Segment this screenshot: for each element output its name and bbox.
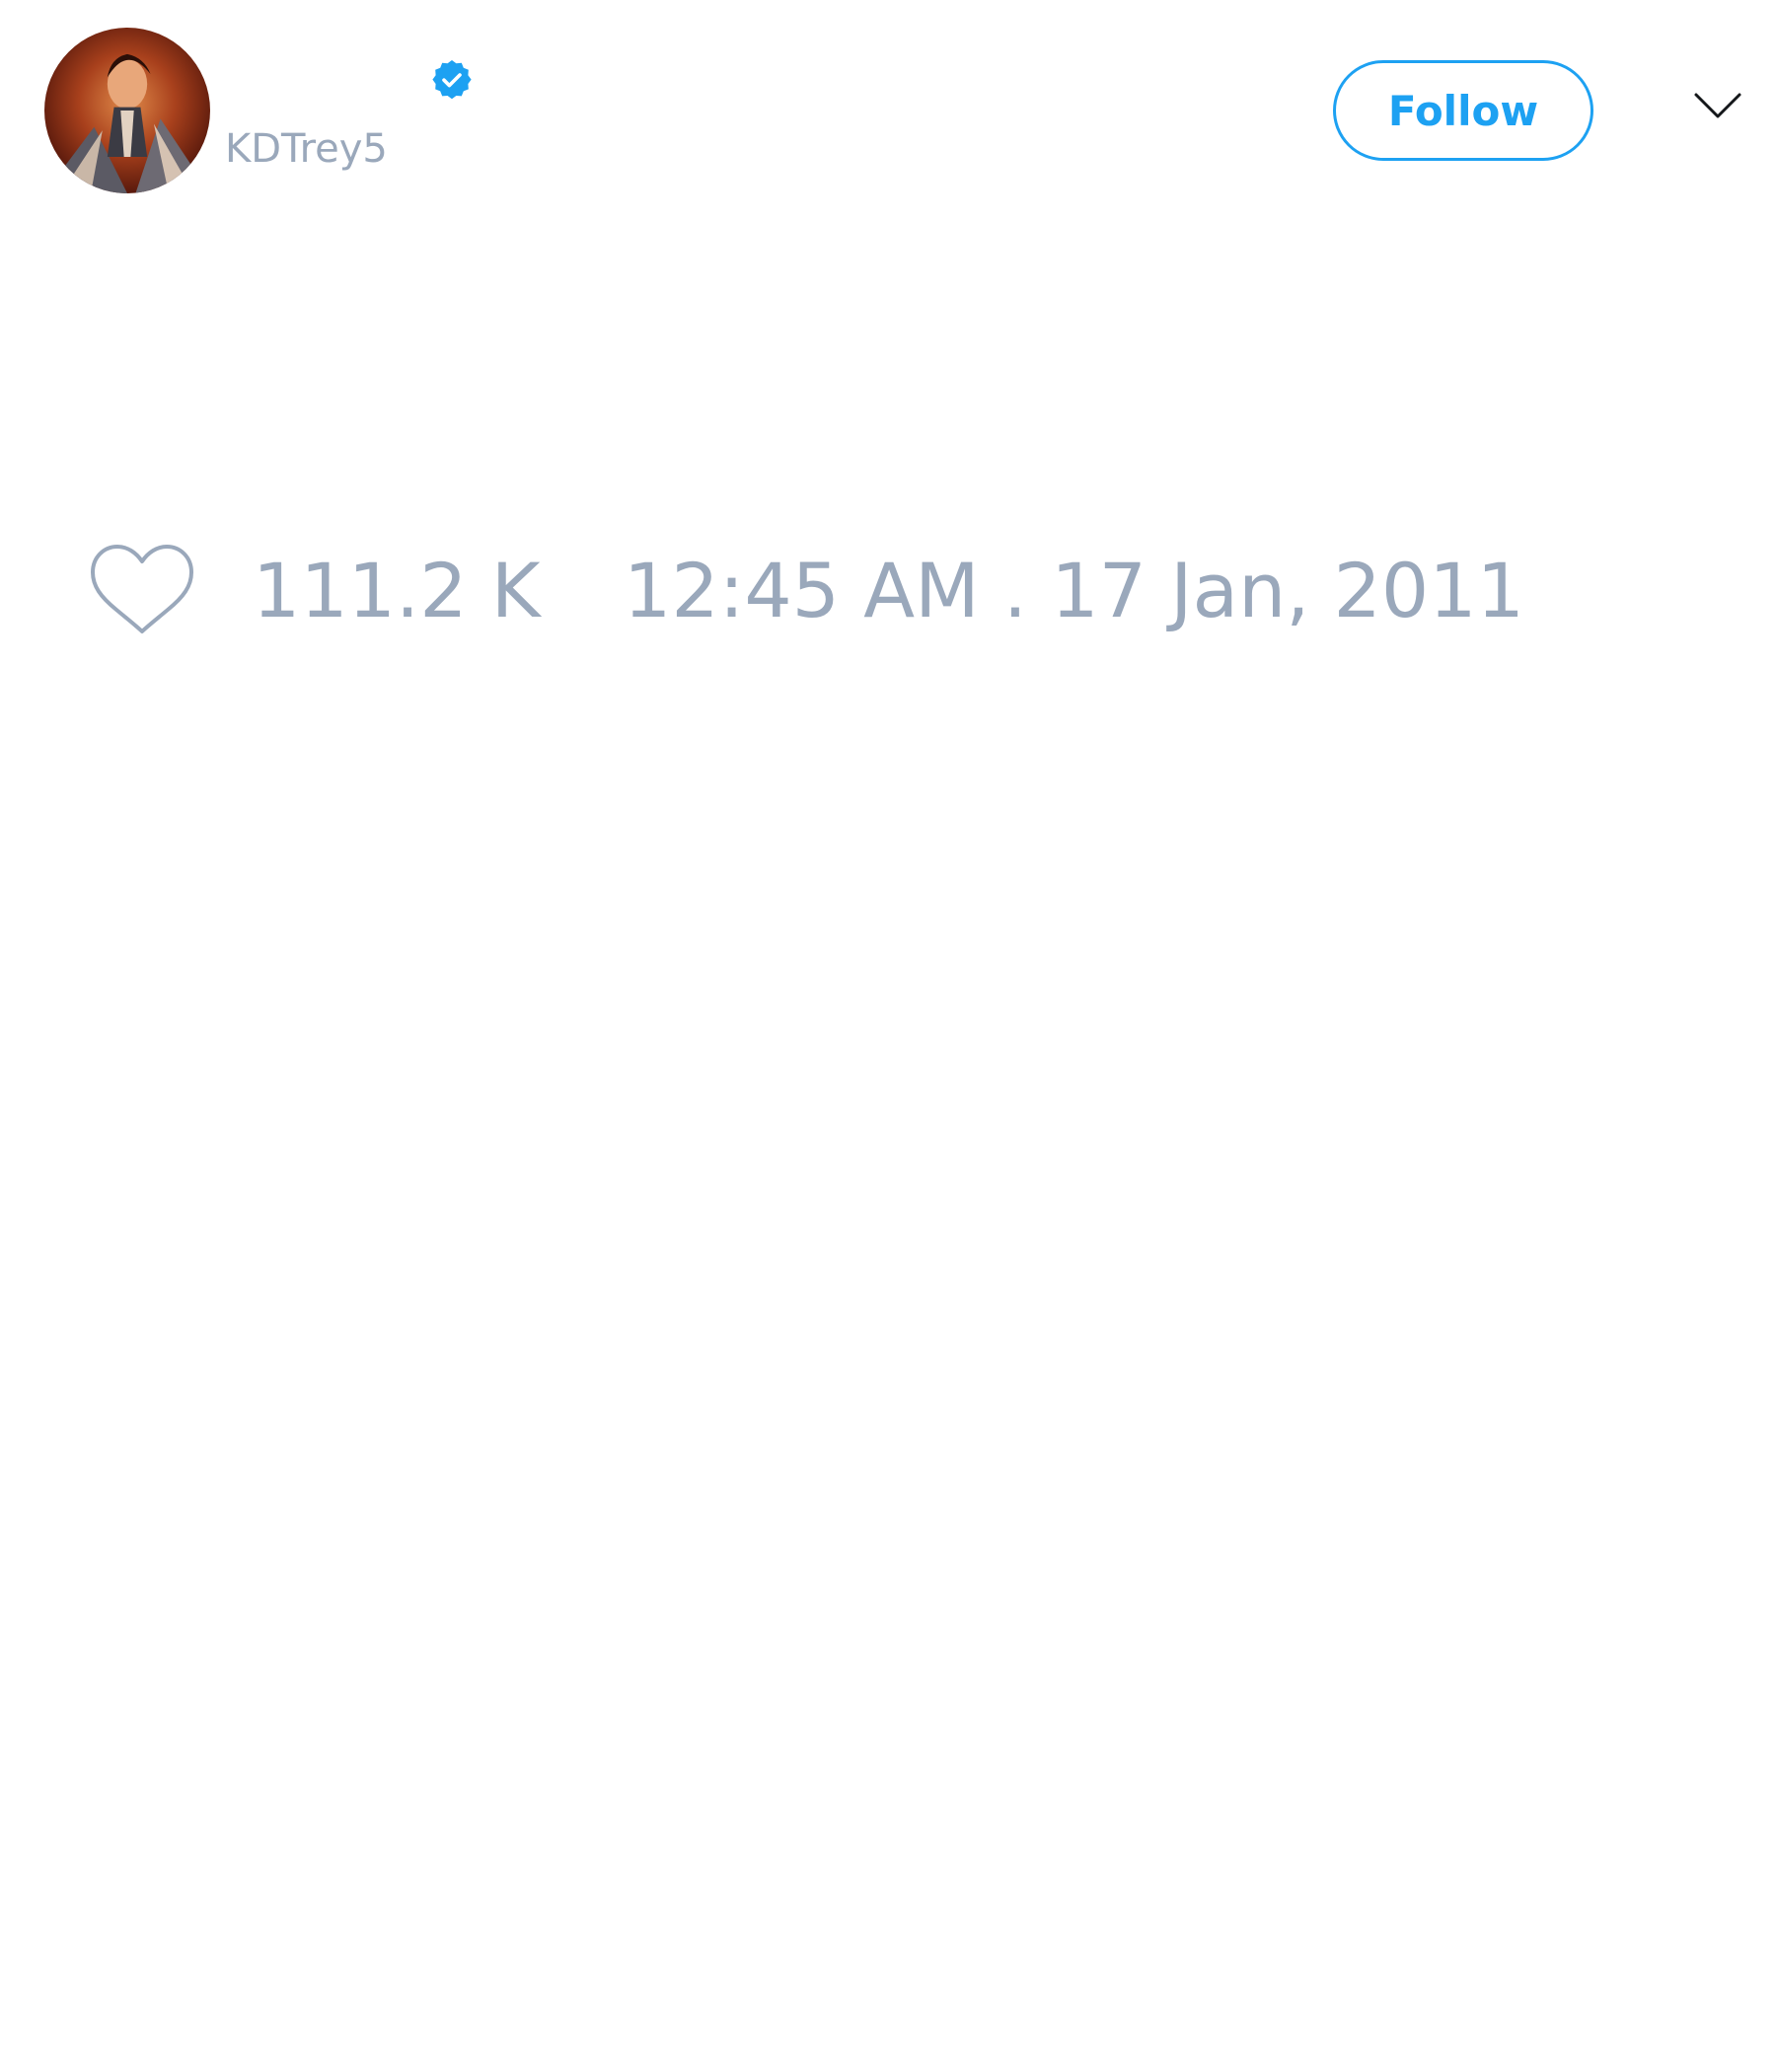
like-count: 111.2 K — [253, 547, 541, 634]
avatar-image — [44, 28, 210, 193]
heart-icon[interactable] — [89, 541, 195, 637]
avatar[interactable] — [44, 28, 210, 193]
follow-button[interactable]: Follow — [1333, 60, 1593, 161]
tweet-timestamp[interactable]: 12:45 AM . 17 Jan, 2011 — [624, 547, 1524, 635]
user-handle[interactable]: KDTrey5 — [225, 126, 388, 172]
verified-badge-icon — [428, 57, 476, 105]
chevron-down-icon[interactable] — [1693, 91, 1742, 120]
